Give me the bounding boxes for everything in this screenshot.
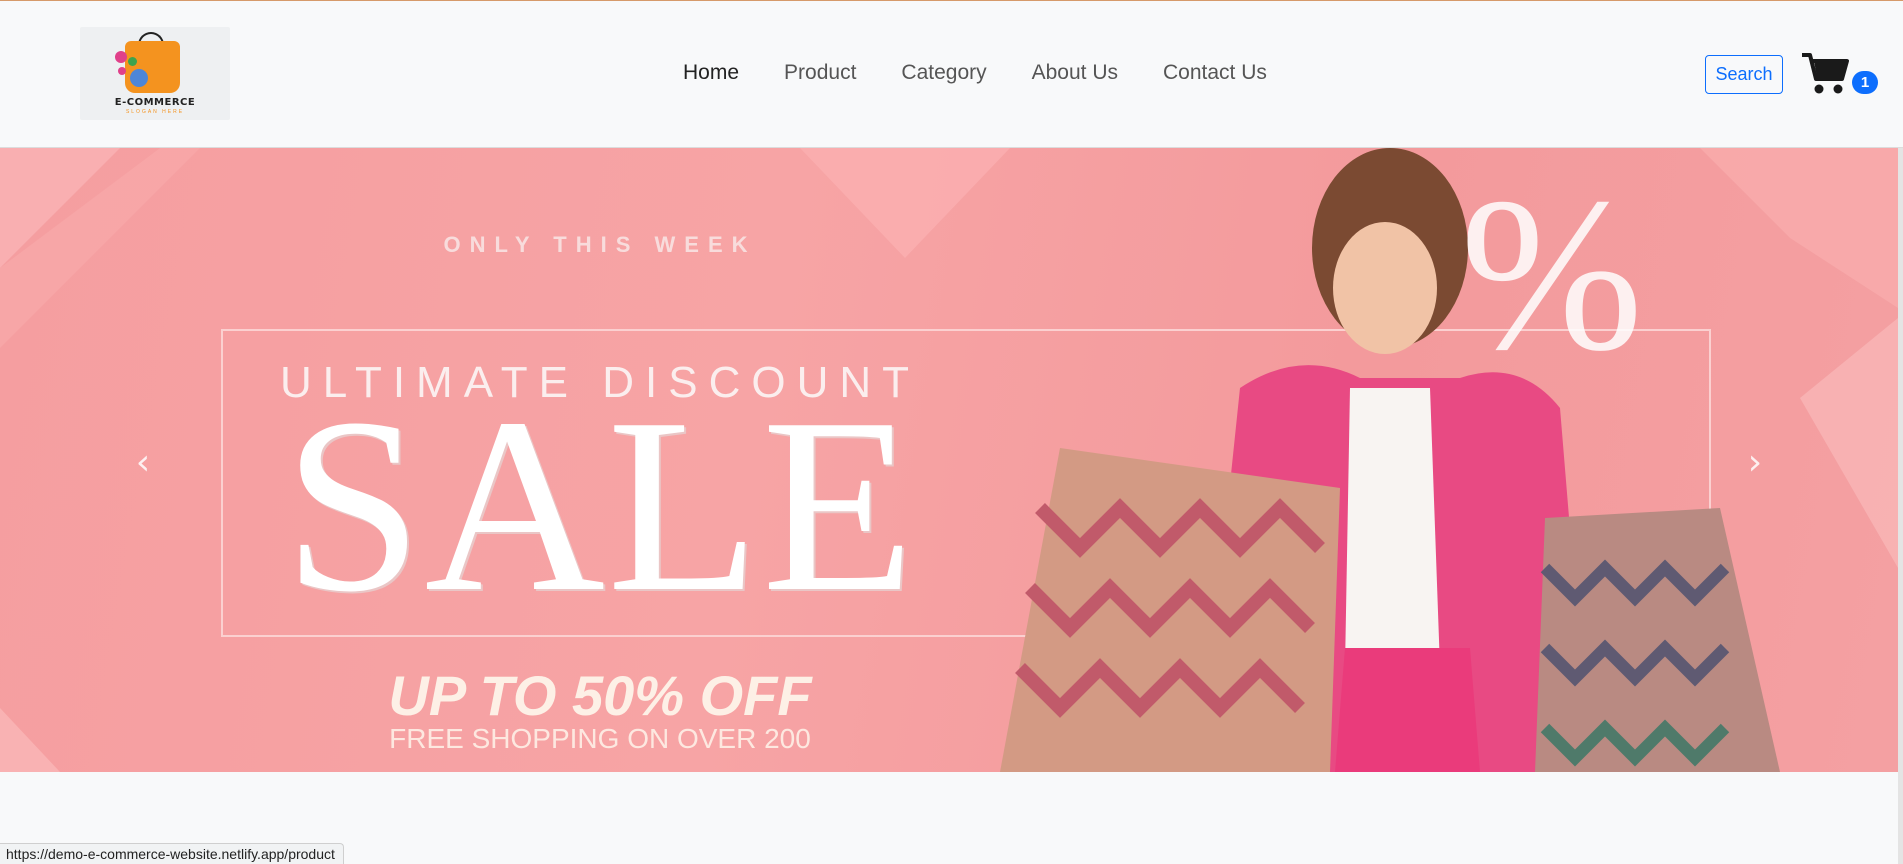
logo-dot [128, 57, 137, 66]
logo-dot [118, 67, 126, 75]
banner-subline: FREE SHOPPING ON OVER 200 [389, 723, 811, 754]
scrollbar[interactable] [1898, 148, 1903, 864]
svg-text:%: % [1460, 152, 1643, 396]
nav-category[interactable]: Category [901, 61, 986, 85]
nav-contact-us[interactable]: Contact Us [1163, 61, 1267, 85]
nav-about-us[interactable]: About Us [1032, 61, 1118, 85]
site-header: E-COMMERCE SLOGAN HERE Home Product Cate… [0, 1, 1903, 148]
search-button[interactable]: Search [1705, 55, 1783, 94]
status-bar-url: https://demo-e-commerce-website.netlify.… [0, 843, 344, 864]
nav-home[interactable]: Home [683, 61, 739, 85]
nav-product[interactable]: Product [784, 61, 856, 85]
chevron-right-icon[interactable]: › [1735, 443, 1775, 483]
brand-name: E-COMMERCE [114, 97, 196, 108]
logo-dot [130, 69, 148, 87]
logo-dot [115, 51, 127, 63]
banner-kicker: ONLY THIS WEEK [443, 232, 757, 257]
brand-logo[interactable]: E-COMMERCE SLOGAN HERE [80, 27, 230, 120]
main-nav: Home Product Category About Us Contact U… [683, 61, 1267, 85]
chevron-left-icon[interactable]: ‹ [123, 443, 163, 483]
cart-icon[interactable] [1800, 49, 1850, 97]
hero-carousel: % ONLY THIS WEEK ULTIMATE DISCOUNT SALE … [0, 148, 1898, 772]
brand-slogan: SLOGAN HERE [125, 109, 185, 115]
cart-count-badge: 1 [1852, 71, 1878, 94]
banner-sale-text: SALE [283, 367, 917, 644]
banner-offer: UP TO 50% OFF [388, 664, 812, 727]
